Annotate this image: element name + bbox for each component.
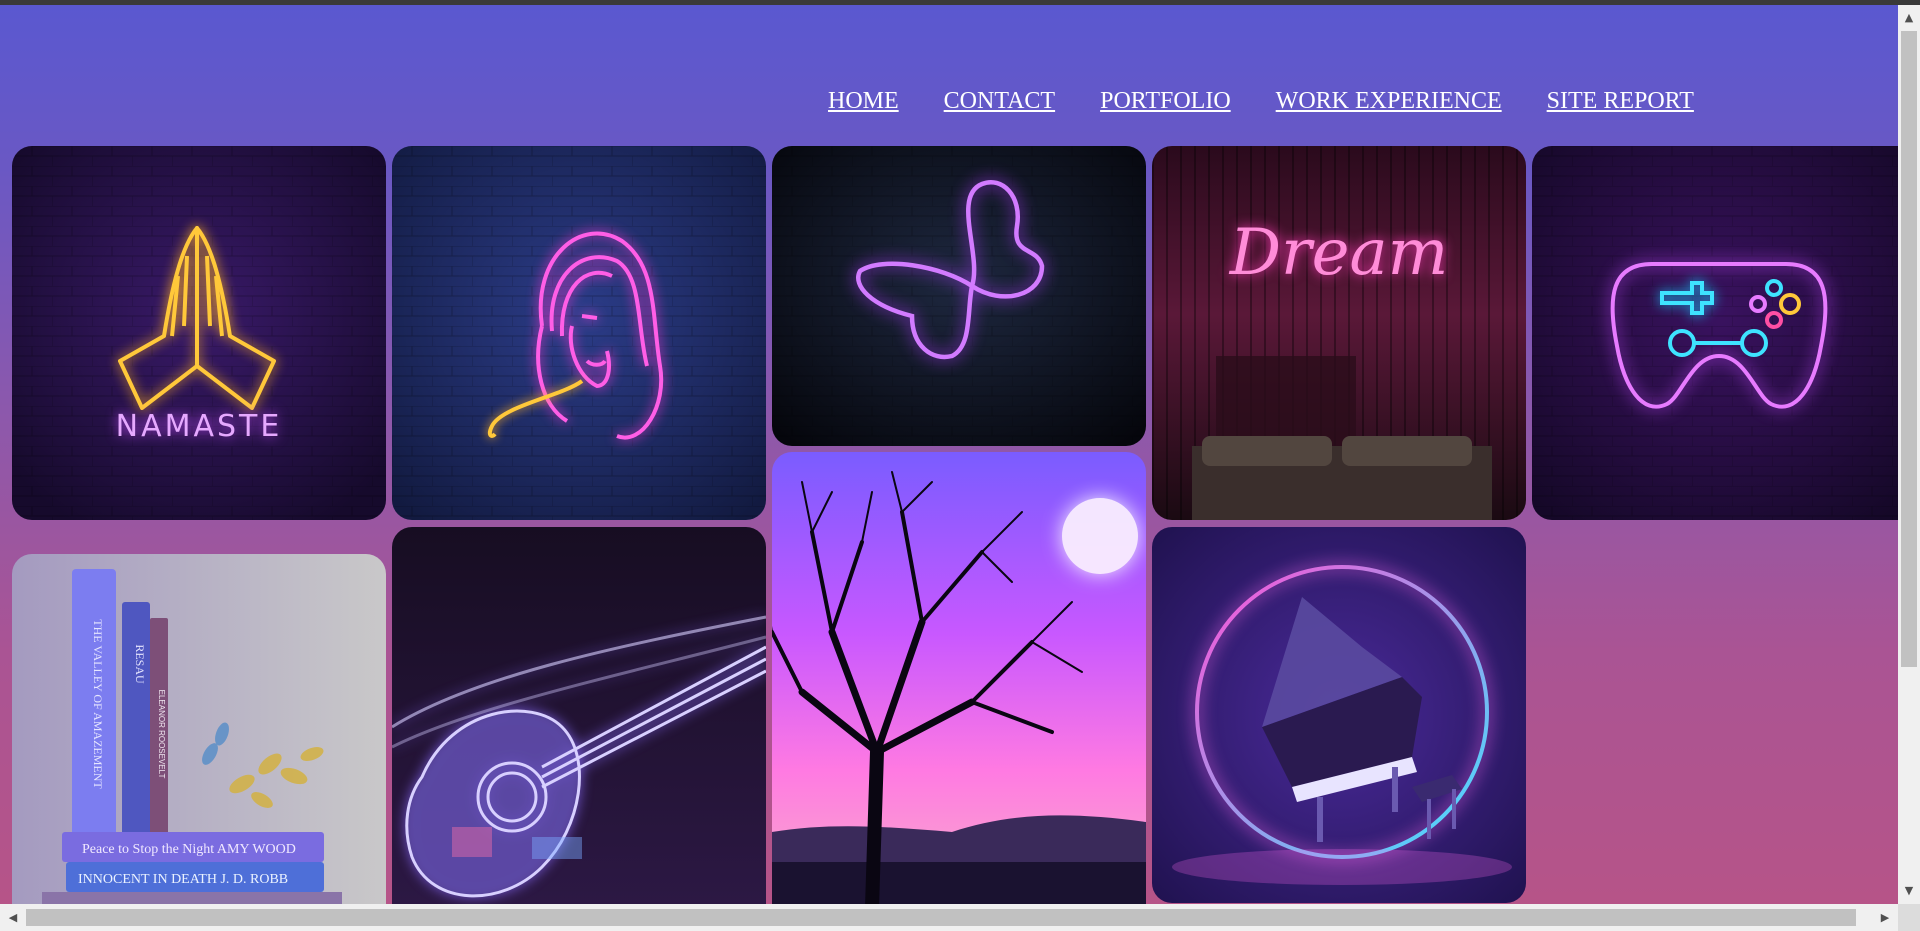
dream-text: Dream <box>1229 216 1449 290</box>
nav-work-experience[interactable]: WORK EXPERIENCE <box>1276 88 1502 115</box>
scroll-right-arrow-icon[interactable]: ▶ <box>1874 904 1896 931</box>
scrollbar-corner <box>1898 904 1920 931</box>
book-spine-1: THE VALLEY OF AMAZEMENT <box>91 619 105 789</box>
books-photo-image: THE VALLEY OF AMAZEMENT RESAU ELEANOR RO… <box>12 554 386 904</box>
book-spine-3: ELEANOR ROOSEVELT <box>157 690 166 779</box>
nav-home[interactable]: HOME <box>828 88 899 115</box>
scroll-down-arrow-icon[interactable]: ▼ <box>1898 881 1920 901</box>
tile-guitar[interactable] <box>392 527 766 904</box>
vertical-scroll-thumb[interactable] <box>1901 31 1917 667</box>
main-nav: HOME CONTACT PORTFOLIO WORK EXPERIENCE S… <box>828 88 1694 115</box>
tile-butterfly[interactable] <box>772 146 1146 446</box>
horizontal-scroll-thumb[interactable] <box>26 909 1856 926</box>
scroll-left-arrow-icon[interactable]: ◀ <box>2 904 24 931</box>
tile-woman[interactable] <box>392 146 766 520</box>
book-title-5: INNOCENT IN DEATH J. D. ROBB <box>78 872 288 887</box>
namaste-neon-image: NAMASTE <box>12 146 386 520</box>
page-viewport: HOME CONTACT PORTFOLIO WORK EXPERIENCE S… <box>0 5 1898 904</box>
tile-books[interactable]: THE VALLEY OF AMAZEMENT RESAU ELEANOR RO… <box>12 554 386 904</box>
tile-tree[interactable] <box>772 452 1146 904</box>
tile-piano[interactable] <box>1152 527 1526 903</box>
horizontal-scrollbar[interactable]: ◀ ▶ <box>0 904 1898 931</box>
nav-site-report[interactable]: SITE REPORT <box>1547 88 1694 115</box>
moon-icon <box>1062 498 1138 574</box>
tile-dream[interactable]: Dream <box>1152 146 1526 520</box>
tree-night-image <box>772 452 1146 904</box>
nav-portfolio[interactable]: PORTFOLIO <box>1100 88 1231 115</box>
vertical-scrollbar[interactable]: ▲ ▼ <box>1898 5 1920 904</box>
scroll-up-arrow-icon[interactable]: ▲ <box>1898 8 1920 28</box>
tile-namaste[interactable]: NAMASTE <box>12 146 386 520</box>
book-title-4: Peace to Stop the Night AMY WOOD <box>82 842 296 857</box>
woman-neon-image <box>392 146 766 520</box>
piano-neon-image <box>1152 527 1526 903</box>
dream-bedroom-image: Dream <box>1152 146 1526 520</box>
gamepad-neon-image <box>1532 146 1898 520</box>
book-spine-2: RESAU <box>133 644 147 684</box>
tile-gamepad[interactable] <box>1532 146 1898 520</box>
guitar-light-image <box>392 527 766 904</box>
nav-contact[interactable]: CONTACT <box>944 88 1055 115</box>
butterfly-neon-image <box>772 146 1146 446</box>
namaste-text: NAMASTE <box>116 409 283 444</box>
